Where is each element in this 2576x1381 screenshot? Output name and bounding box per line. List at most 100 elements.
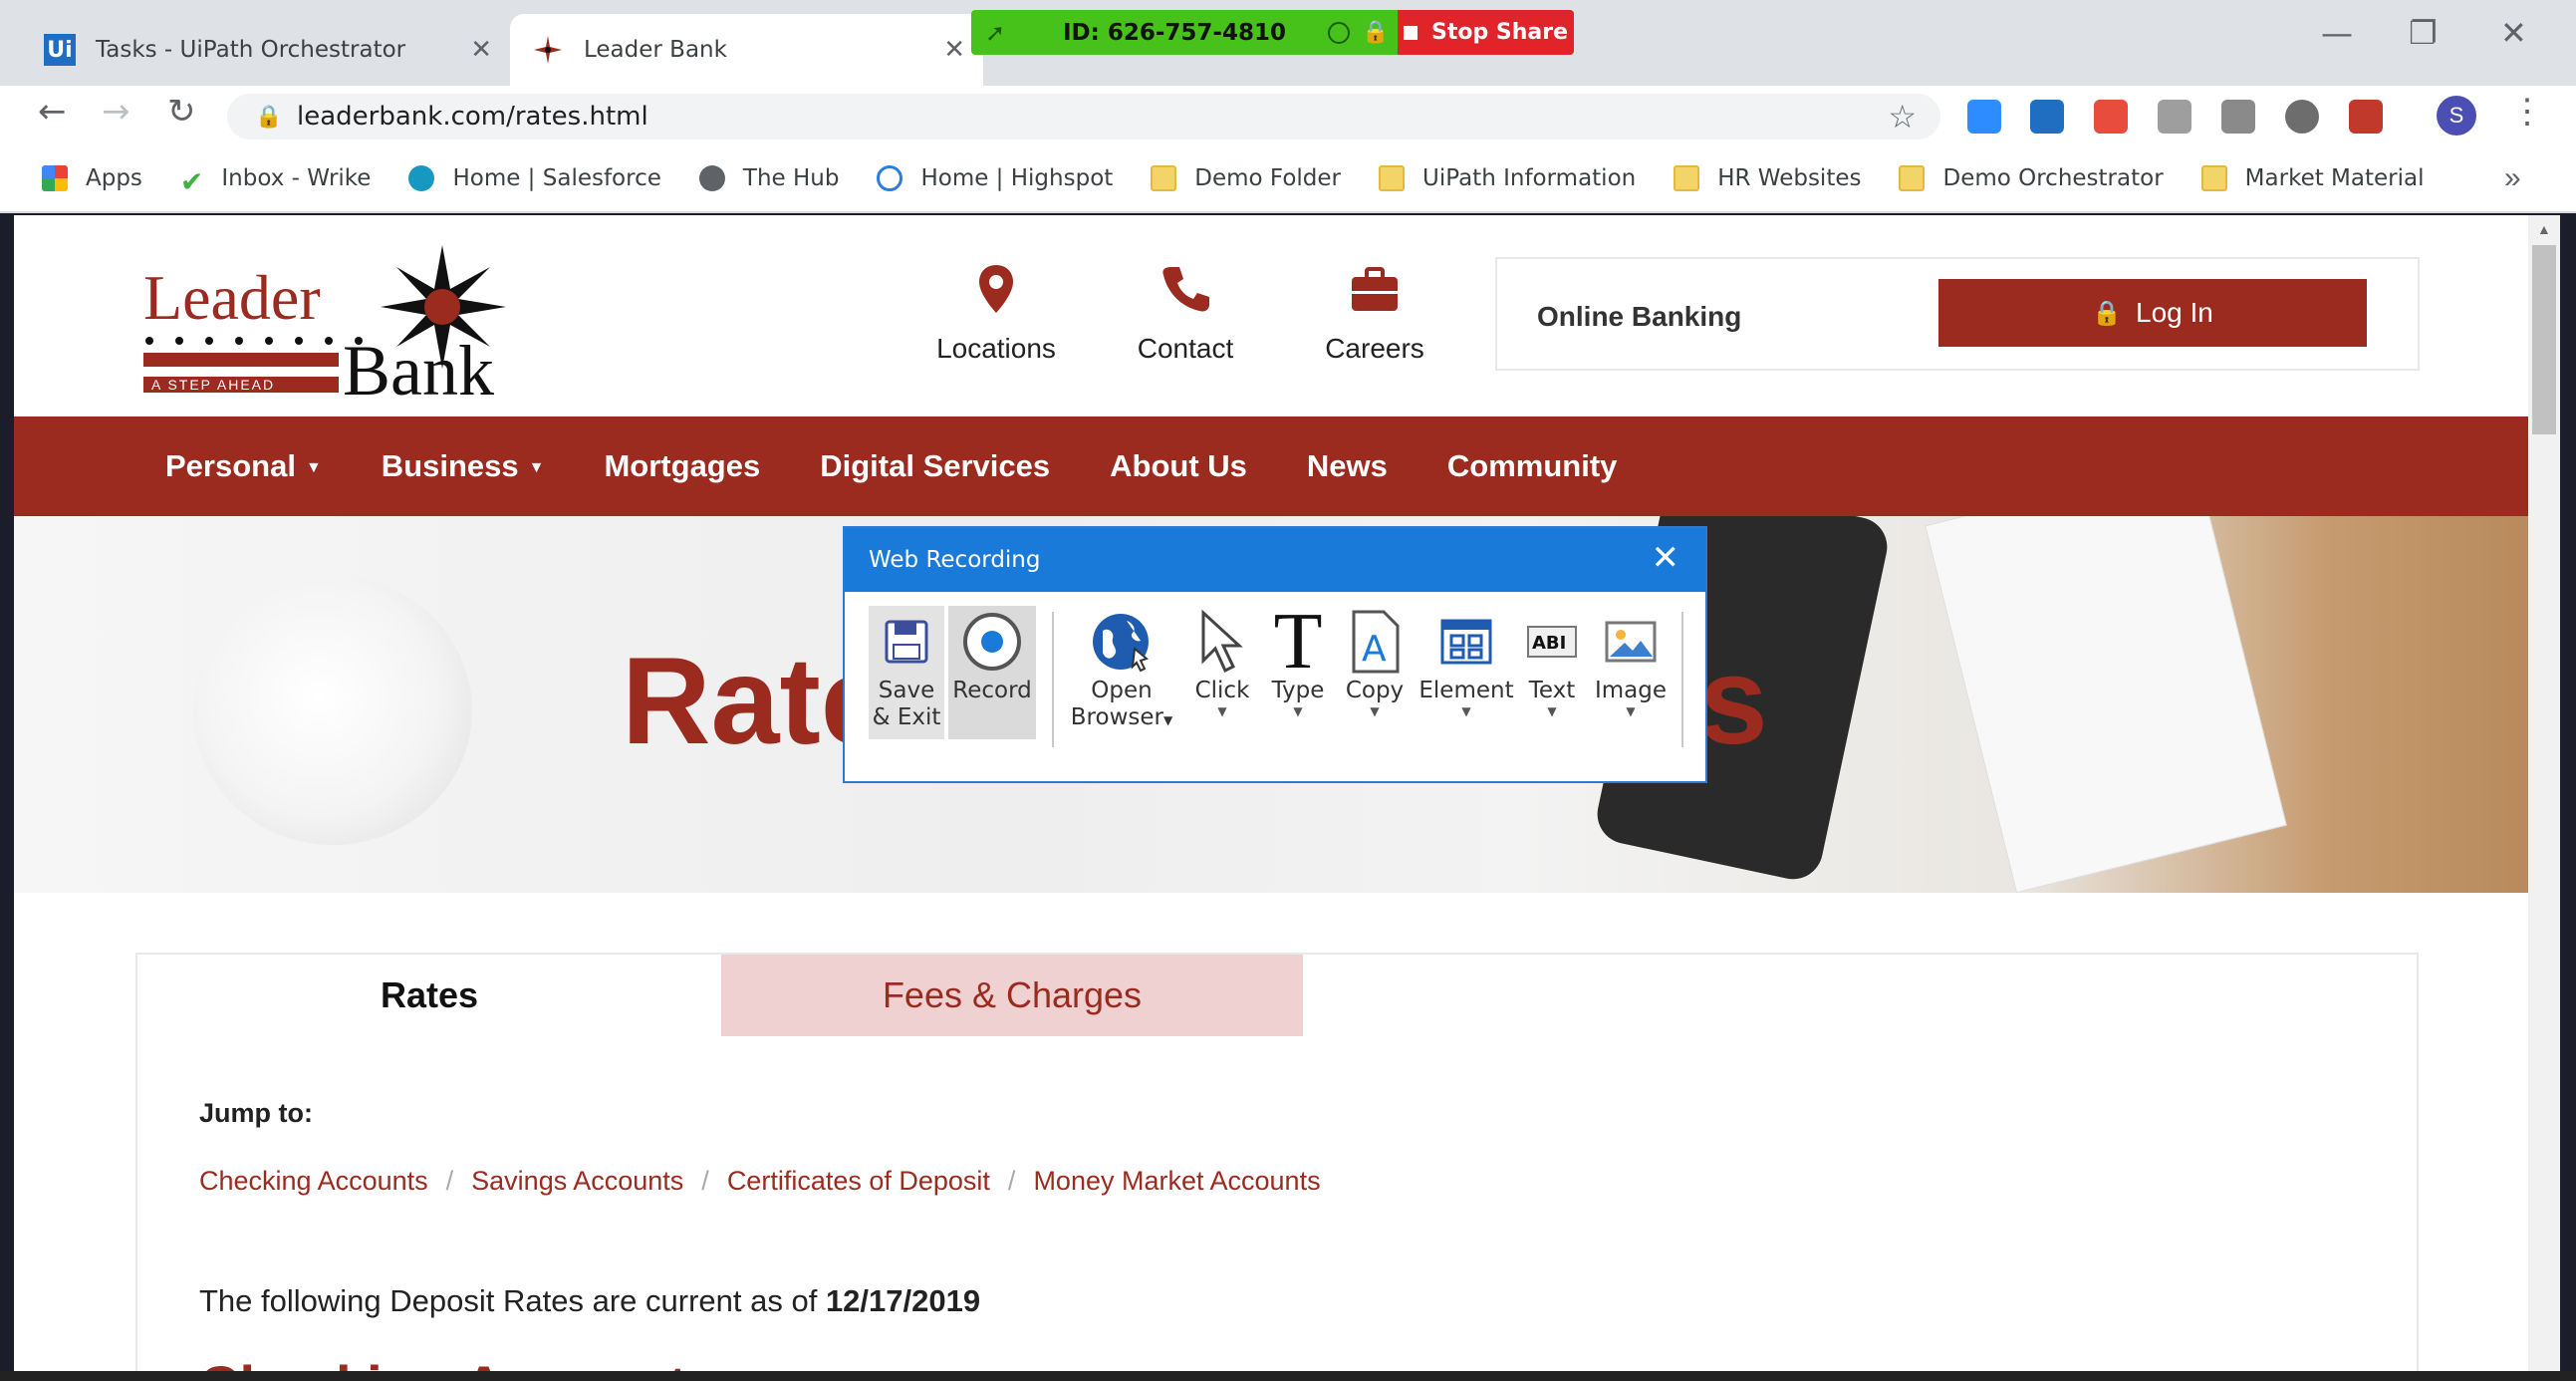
zoom-status-icon: [1328, 21, 1350, 44]
stop-share-button[interactable]: Stop Share: [1398, 10, 1574, 55]
scroll-up-arrow-icon[interactable]: ▲: [2537, 221, 2551, 237]
nav-mortgages[interactable]: Mortgages: [604, 448, 760, 484]
forward-arrow-icon[interactable]: →: [102, 92, 130, 132]
web-page: Leader A STEP AHEAD Bank Locations Conta…: [14, 215, 2528, 1381]
folder-icon: [1379, 165, 1406, 191]
nav-business[interactable]: Business ▼: [382, 448, 545, 484]
bookmark-salesforce[interactable]: Home | Salesforce: [408, 165, 661, 191]
nav-news[interactable]: News: [1307, 448, 1388, 484]
floppy-disk-icon: [885, 620, 928, 664]
copy-text-icon: A: [1352, 610, 1400, 674]
drive-extension-icon[interactable]: [2158, 100, 2191, 134]
save-exit-button[interactable]: Save & Exit: [869, 606, 944, 739]
copy-button[interactable]: A Copy ▼: [1337, 606, 1413, 718]
open-browser-button[interactable]: Open Browser▼: [1066, 606, 1177, 734]
type-t-icon: T: [1273, 598, 1323, 686]
header-locations-link[interactable]: Locations: [916, 263, 1076, 365]
calendar-extension-icon[interactable]: [2094, 100, 2128, 134]
online-banking-box: Online Banking 🔒 Log In: [1495, 257, 2420, 371]
tab-fees-charges[interactable]: Fees & Charges: [721, 955, 1303, 1036]
dialog-title: Web Recording: [869, 547, 1041, 573]
text-abi-icon: ABI: [1527, 626, 1577, 658]
type-button[interactable]: T Type ▼: [1263, 598, 1333, 718]
address-bar[interactable]: 🔒 leaderbank.com/rates.html ☆: [227, 94, 1940, 139]
text-button[interactable]: ABI Text ▼: [1520, 606, 1584, 718]
close-icon[interactable]: ✕: [1652, 538, 1680, 578]
globe-icon: [698, 165, 725, 191]
nav-community[interactable]: Community: [1447, 448, 1618, 484]
profile-avatar[interactable]: S: [2437, 96, 2476, 136]
leader-bank-favicon-icon: [532, 34, 564, 66]
header-contact-link[interactable]: Contact: [1116, 263, 1255, 365]
reload-icon[interactable]: ↻: [167, 92, 196, 132]
main-nav: Personal ▼ Business ▼ Mortgages Digital Se…: [14, 416, 2528, 516]
browser-tab-strip: Ui Tasks - UiPath Orchestrator ✕ Leader …: [0, 0, 2576, 86]
caret-down-icon: ▼: [1626, 704, 1636, 718]
online-banking-label: Online Banking: [1537, 301, 1742, 332]
record-button[interactable]: Record: [948, 606, 1036, 739]
bookmark-highspot[interactable]: Home | Highspot: [877, 165, 1113, 191]
image-button[interactable]: Image ▼: [1590, 606, 1672, 718]
tab-leader-bank[interactable]: Leader Bank ✕: [510, 14, 983, 86]
uipath-extension-icon[interactable]: [2030, 100, 2064, 134]
bookmark-star-icon[interactable]: ☆: [1888, 98, 1917, 136]
url-text: leaderbank.com/rates.html: [297, 102, 648, 132]
folder-icon: [1674, 165, 1700, 191]
log-in-button[interactable]: 🔒 Log In: [1938, 279, 2367, 347]
back-arrow-icon[interactable]: ←: [38, 92, 67, 132]
close-window-button[interactable]: ✕: [2500, 14, 2527, 52]
bookmark-demo-orchestrator[interactable]: Demo Orchestrator: [1899, 165, 2164, 191]
salesforce-cloud-icon: [408, 165, 435, 191]
page-scrollbar[interactable]: ▲: [2528, 215, 2560, 1381]
bookmark-extension-icon[interactable]: [2221, 100, 2255, 134]
caret-down-icon: ▼: [1370, 704, 1380, 718]
toolbar-divider: [1681, 612, 1683, 747]
bookmark-the-hub[interactable]: The Hub: [698, 165, 839, 191]
globe-browser-icon: [1093, 614, 1150, 673]
click-button[interactable]: Click ▼: [1187, 606, 1257, 718]
tab-uipath-orchestrator[interactable]: Ui Tasks - UiPath Orchestrator ✕: [22, 14, 510, 86]
bookmarks-bar: Apps ✔ Inbox - Wrike Home | Salesforce Th…: [0, 145, 2576, 213]
jump-money-market-link[interactable]: Money Market Accounts: [1033, 1166, 1320, 1196]
restore-button[interactable]: ❐: [2409, 14, 2438, 52]
desktop-edge: [0, 1371, 2576, 1381]
menu-kebab-icon[interactable]: ⋮: [2510, 92, 2544, 132]
bookmark-hr-websites[interactable]: HR Websites: [1674, 165, 1861, 191]
circle-extension-icon[interactable]: [2285, 100, 2319, 134]
close-tab-icon[interactable]: ✕: [470, 35, 492, 65]
close-tab-icon[interactable]: ✕: [943, 35, 965, 65]
minimize-button[interactable]: —: [2321, 14, 2353, 52]
svg-text:ABI: ABI: [1532, 633, 1566, 654]
cursor-icon: [1201, 609, 1243, 674]
nav-personal[interactable]: Personal ▼: [165, 448, 322, 484]
bookmark-uipath-information[interactable]: UiPath Information: [1379, 165, 1636, 191]
documents-image: [1925, 516, 2287, 893]
nav-digital-services[interactable]: Digital Services: [820, 448, 1050, 484]
leader-bank-logo[interactable]: Leader A STEP AHEAD Bank: [135, 237, 534, 413]
zoom-extension-icon[interactable]: [1967, 100, 2001, 134]
scrollbar-thumb[interactable]: [2532, 245, 2556, 434]
nav-about-us[interactable]: About Us: [1110, 448, 1247, 484]
rates-date: 12/17/2019: [825, 1283, 981, 1318]
jump-savings-accounts-link[interactable]: Savings Accounts: [471, 1166, 683, 1196]
header-careers-link[interactable]: Careers: [1305, 263, 1444, 365]
lock-icon: 🔒: [2092, 299, 2123, 327]
jump-certificates-link[interactable]: Certificates of Deposit: [727, 1166, 990, 1196]
record-icon: [963, 613, 1021, 671]
bookmark-wrike[interactable]: ✔ Inbox - Wrike: [180, 165, 372, 198]
zoom-arrow-icon: ➚: [985, 18, 1006, 47]
svg-text:Leader: Leader: [143, 262, 321, 333]
dialog-titlebar: Web Recording ✕: [845, 528, 1705, 592]
jump-checking-accounts-link[interactable]: Checking Accounts: [199, 1166, 428, 1196]
caret-down-icon: ▼: [1547, 704, 1557, 718]
uipath-favicon-icon: Ui: [44, 34, 76, 66]
pdf-extension-icon[interactable]: [2349, 100, 2383, 134]
bookmark-market-material[interactable]: Market Material: [2200, 165, 2424, 191]
bookmark-apps[interactable]: Apps: [42, 165, 142, 191]
element-button[interactable]: Element ▼: [1417, 606, 1516, 718]
tab-rates[interactable]: Rates: [137, 955, 721, 1036]
bookmark-demo-folder[interactable]: Demo Folder: [1151, 165, 1341, 191]
caret-down-icon: ▼: [1293, 704, 1303, 718]
toolbar-divider: [1052, 612, 1054, 747]
bookmarks-overflow-button[interactable]: »: [2504, 161, 2521, 195]
